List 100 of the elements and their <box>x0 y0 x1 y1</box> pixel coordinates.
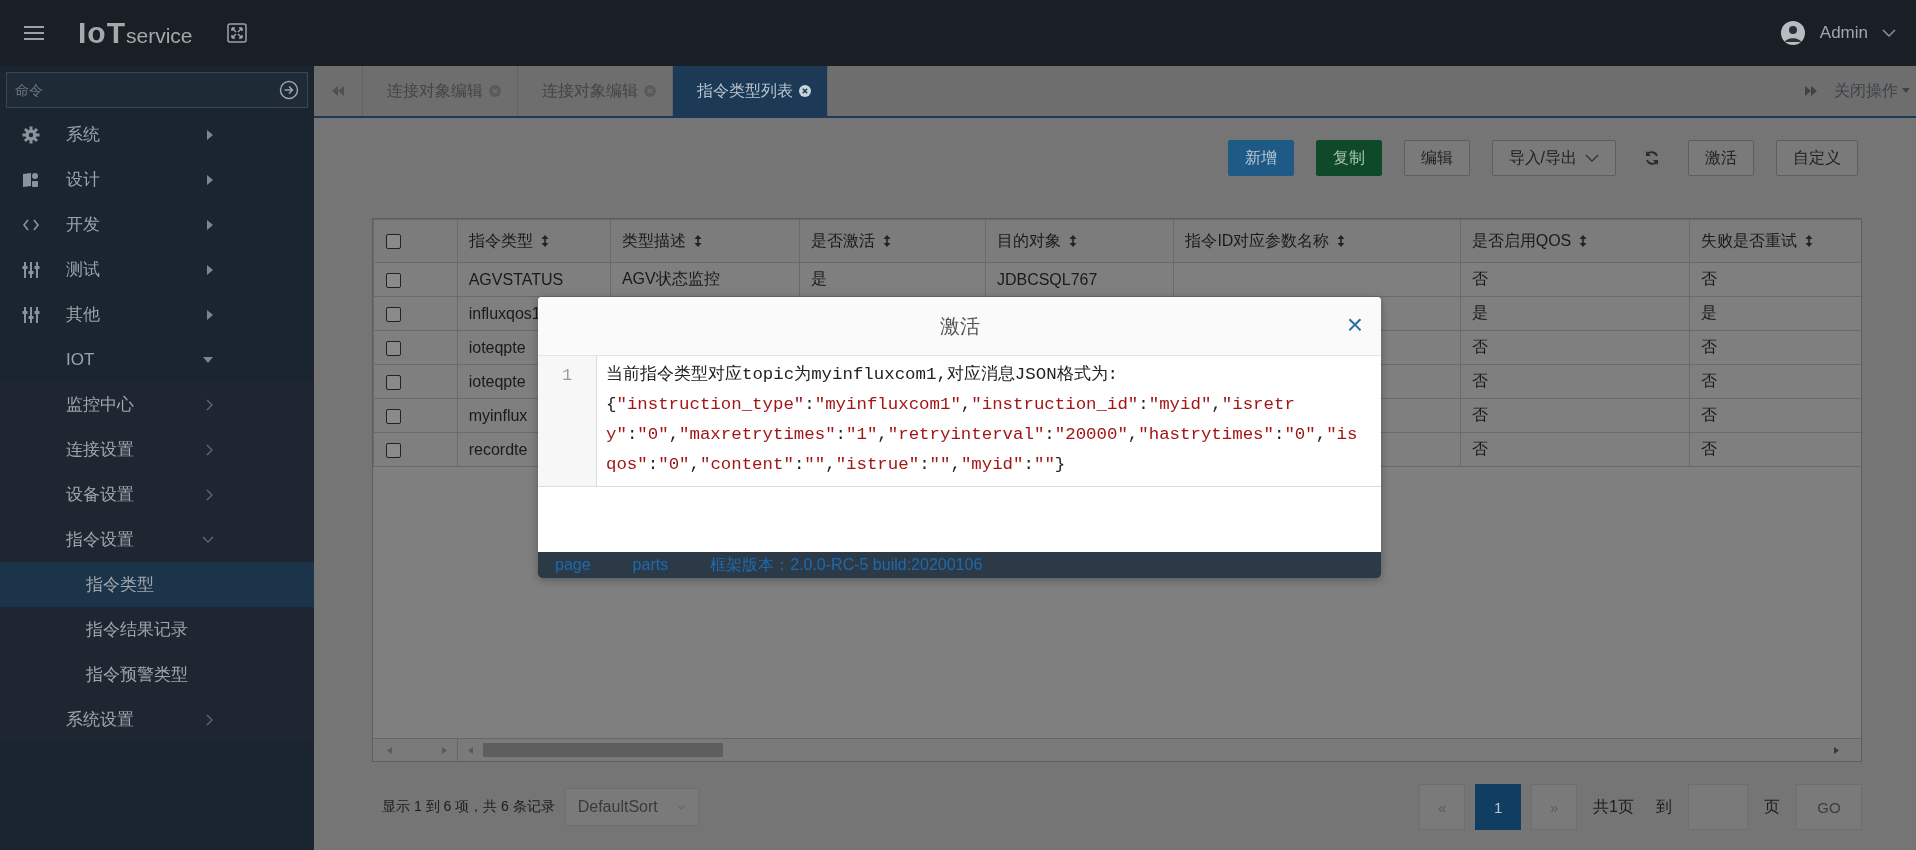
column-header[interactable]: 是否启用QOS <box>1460 219 1690 263</box>
column-header[interactable]: 是否激活 <box>799 219 986 263</box>
toolbar-button[interactable]: 自定义 <box>1776 140 1858 176</box>
checkbox[interactable] <box>386 408 401 424</box>
close-button[interactable]: × <box>1342 309 1367 341</box>
gear-icon <box>22 125 40 144</box>
menu-item[interactable]: IOT <box>0 337 314 382</box>
checkbox[interactable] <box>386 306 401 322</box>
table-cell: 否 <box>1700 338 1717 355</box>
checkbox[interactable] <box>386 442 401 458</box>
caret-down-icon <box>1902 88 1910 94</box>
sort-icon <box>1337 234 1346 247</box>
dialog-title: 激活 <box>939 313 980 339</box>
table-cell: 否 <box>1700 270 1717 287</box>
go-button[interactable]: GO <box>1796 784 1862 830</box>
menu-item[interactable]: 设备设置 <box>0 472 314 517</box>
toolbar-button[interactable]: 编辑 <box>1403 140 1470 176</box>
checkbox[interactable] <box>386 374 401 390</box>
menu-item[interactable]: 连接设置 <box>0 427 314 472</box>
refresh-icon <box>1644 150 1660 166</box>
chevron-down-icon <box>1585 154 1599 162</box>
double-right-icon <box>1804 85 1818 97</box>
table-cell: ioteqpte <box>468 338 526 356</box>
sort-icon <box>540 234 549 247</box>
column-header[interactable]: 指令类型 <box>457 219 611 263</box>
table-cell: 否 <box>1700 440 1717 457</box>
table-cell: 否 <box>1700 372 1717 389</box>
sort-icon <box>1579 234 1588 247</box>
table-cell: 否 <box>1471 270 1488 287</box>
page-button[interactable]: 1 <box>1475 784 1522 830</box>
menu-item[interactable]: 指令设置 <box>0 517 314 562</box>
user-name[interactable]: Admin <box>1819 23 1868 43</box>
table-cell: AGV状态监控 <box>621 270 720 287</box>
menu-item[interactable]: 其他 <box>0 292 314 337</box>
table-cell: ioteqpte <box>468 372 526 390</box>
code-text: 当前指令类型对应topic为myinfluxcom1,对应消息JSON格式为: <box>606 363 1120 386</box>
submenu-item[interactable]: 指令预警类型 <box>0 652 314 697</box>
line-number: 1 <box>538 356 597 486</box>
menu-icon <box>24 25 44 41</box>
checkbox[interactable] <box>386 234 401 250</box>
menu-item[interactable]: 系统设置 <box>0 697 314 742</box>
record-summary: 显示 1 到 6 项，共 6 条记录 <box>382 798 555 816</box>
table-cell: myinflux <box>468 406 528 424</box>
submenu-item[interactable]: 指令类型 <box>0 562 314 607</box>
sort-icon <box>883 234 892 247</box>
menu-item[interactable]: 系统 <box>0 112 314 157</box>
sort-select[interactable]: DefaultSort <box>564 788 699 826</box>
sliders-icon <box>22 305 40 324</box>
table-cell: 否 <box>1471 338 1488 355</box>
fullscreen-icon <box>226 23 247 43</box>
table-cell: 否 <box>1471 406 1488 423</box>
page-total: 共1页 <box>1593 796 1634 817</box>
checkbox[interactable] <box>386 340 401 356</box>
close-circle-icon <box>799 85 811 97</box>
double-left-icon <box>331 85 345 97</box>
chevron-down-icon <box>1882 28 1896 38</box>
scroll-left-icon <box>387 746 392 754</box>
copy-button[interactable]: 复制 <box>1315 140 1382 176</box>
goto-label: 到 <box>1656 796 1672 817</box>
table-cell: AGVSTATUS <box>468 270 564 288</box>
menu-item[interactable]: 设计 <box>0 157 314 202</box>
page-label: 页 <box>1764 796 1780 817</box>
menu-item[interactable]: 测试 <box>0 247 314 292</box>
add-button[interactable]: 新增 <box>1227 140 1294 176</box>
logo-subtext: service <box>126 24 193 48</box>
avatar-icon <box>1779 20 1806 46</box>
table-cell: JDBCSQL767 <box>996 270 1098 288</box>
code-text: {"instruction_type":"myinfluxcom1","instruction_id":"myid","isretry":"0","maxretrytimes":"1","retryinterval":"20000","hastrytimes":"0","isqos":"0","content":"","istrue":"","myid":""} <box>606 394 1359 476</box>
table-cell: 是 <box>1700 304 1717 321</box>
arrow-right-circle-icon <box>279 80 299 100</box>
column-header[interactable]: 指令ID对应参数名称 <box>1173 219 1461 263</box>
sort-icon <box>1804 234 1813 247</box>
checkbox[interactable] <box>386 272 401 288</box>
search-field[interactable]: 命令 <box>6 72 308 108</box>
column-header[interactable]: 失败是否重试 <box>1689 219 1861 263</box>
dropdown-button[interactable]: 导入/导出 <box>1491 140 1616 176</box>
table-cell: 是 <box>1471 304 1488 321</box>
sort-icon <box>1068 234 1077 247</box>
scroll-left-icon <box>468 746 473 754</box>
table-cell: 是 <box>811 270 828 287</box>
logo-text: IoT <box>78 16 126 50</box>
table-cell: 否 <box>1471 440 1488 457</box>
table-cell: 否 <box>1700 406 1717 423</box>
sliders-icon <box>22 260 40 279</box>
table-cell: 否 <box>1471 372 1488 389</box>
table-cell: influxqos1 <box>468 304 541 322</box>
column-header[interactable]: 类型描述 <box>610 219 800 263</box>
submenu-item[interactable]: 指令结果记录 <box>0 607 314 652</box>
horizontal-scrollbar[interactable] <box>373 738 1861 761</box>
scrollbar-thumb[interactable] <box>483 743 723 757</box>
toolbar-button[interactable]: 激活 <box>1688 140 1754 176</box>
menu-item[interactable]: 监控中心 <box>0 382 314 427</box>
column-header[interactable]: 目的对象 <box>985 219 1174 263</box>
scroll-right-icon <box>1834 746 1839 754</box>
scroll-right-icon <box>442 746 447 754</box>
sort-icon <box>693 234 702 247</box>
shapes-icon <box>22 170 40 189</box>
menu-item[interactable]: 开发 <box>0 202 314 247</box>
tab[interactable]: 指令类型列表 <box>673 66 828 116</box>
table-cell: recordte <box>468 440 528 458</box>
